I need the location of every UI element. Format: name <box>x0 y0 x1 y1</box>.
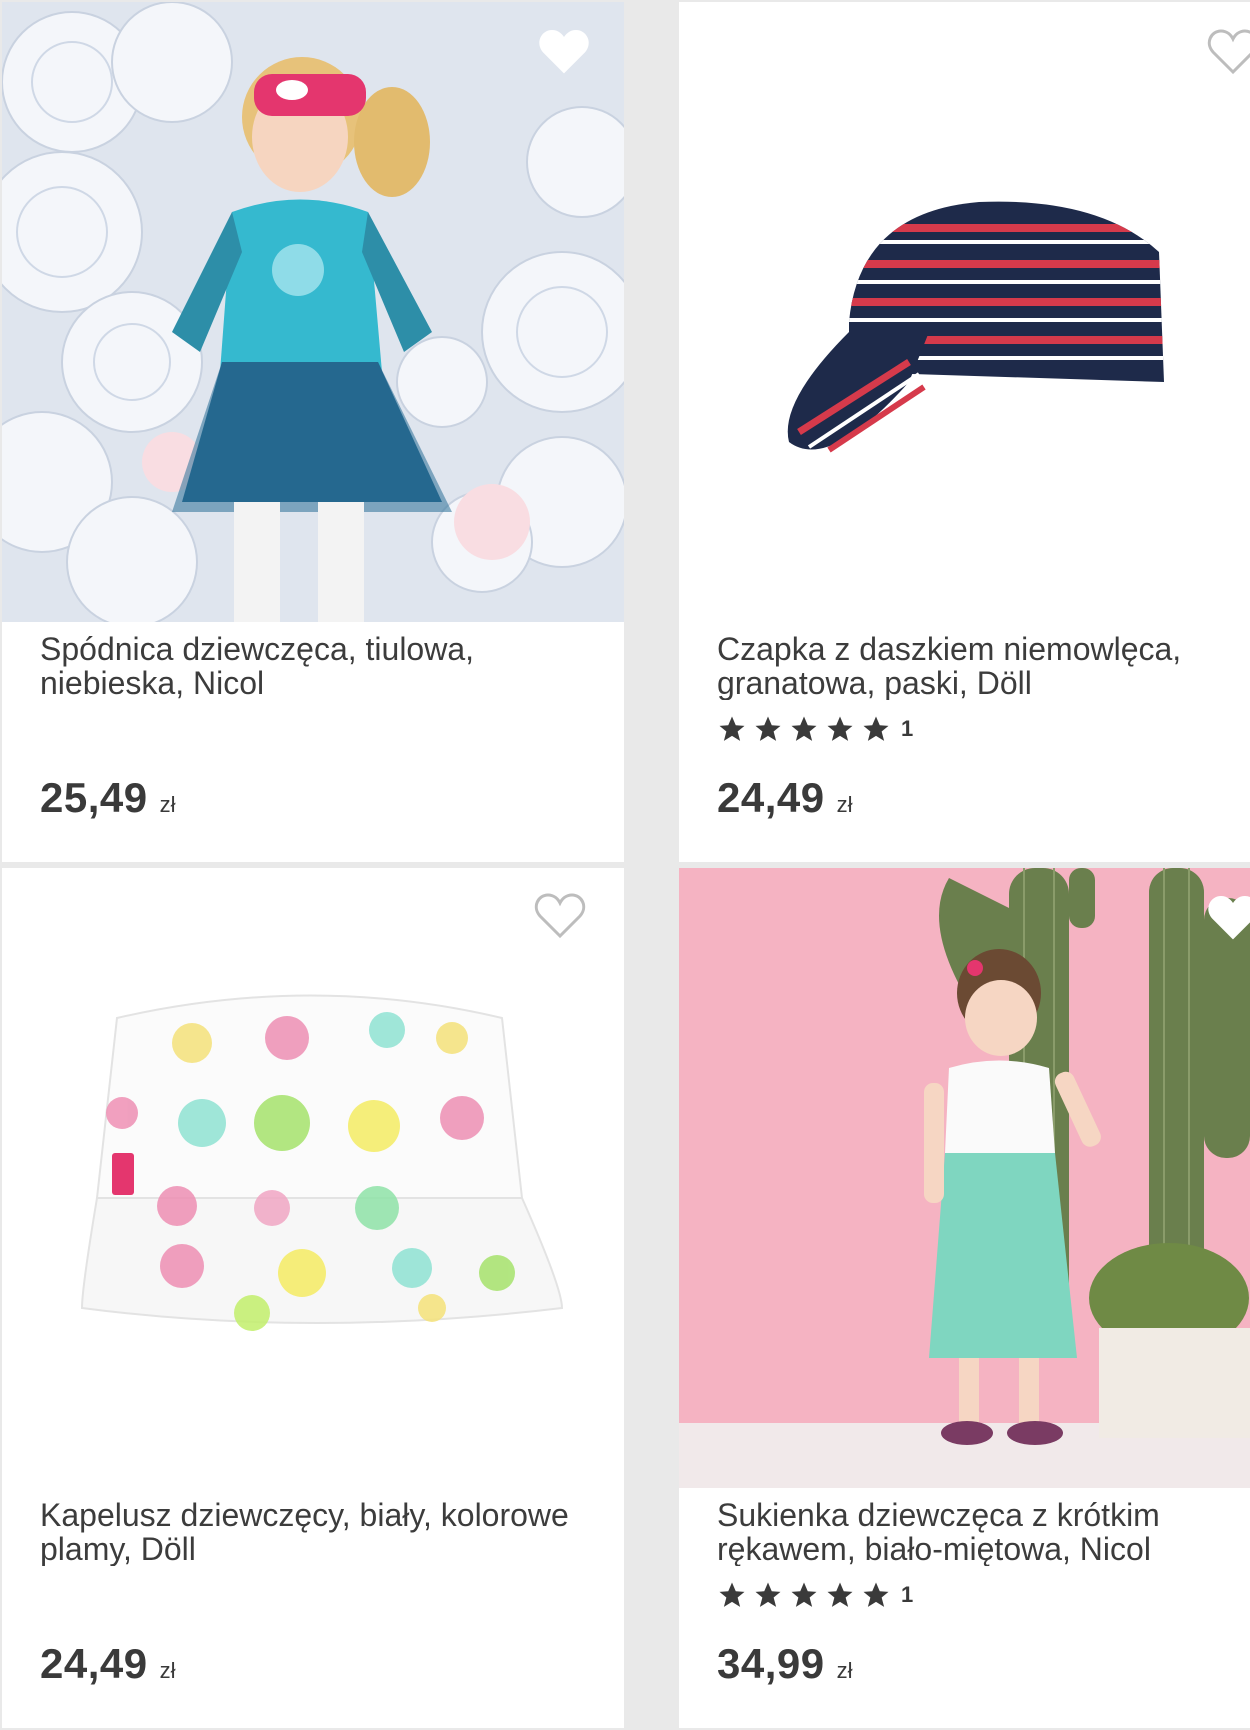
product-grid: Spódnica dziewczęca, tiulowa, niebieska,… <box>0 0 1250 1730</box>
rating-count: 1 <box>901 1582 914 1607</box>
price-currency: zł <box>159 1658 176 1683</box>
price-amount: 24,49 <box>40 1640 148 1687</box>
star-icon <box>755 716 781 741</box>
star-icon <box>863 1582 889 1607</box>
product-title[interactable]: Czapka z daszkiem niemowlęca, granatowa,… <box>717 632 1250 700</box>
product-card[interactable]: Spódnica dziewczęca, tiulowa, niebieska,… <box>2 2 624 862</box>
product-price: 25,49 zł <box>40 774 176 822</box>
heart-outline-icon[interactable] <box>534 892 586 940</box>
product-title[interactable]: Sukienka dziewczęca z krótkim rękawem, b… <box>717 1498 1250 1566</box>
heart-outline-icon[interactable] <box>538 28 590 76</box>
star-icon <box>719 1582 745 1607</box>
product-card[interactable]: Sukienka dziewczęca z krótkim rękawem, b… <box>679 868 1250 1728</box>
price-amount: 25,49 <box>40 774 148 821</box>
price-currency: zł <box>159 792 176 817</box>
product-card[interactable]: Czapka z daszkiem niemowlęca, granatowa,… <box>679 2 1250 862</box>
star-icon <box>755 1582 781 1607</box>
product-image[interactable] <box>679 2 1250 622</box>
price-amount: 34,99 <box>717 1640 825 1687</box>
product-image[interactable] <box>679 868 1250 1488</box>
star-icon <box>827 716 853 741</box>
rating-count: 1 <box>901 716 914 741</box>
star-icon <box>863 716 889 741</box>
rating[interactable]: 1 <box>717 1580 913 1610</box>
heart-outline-icon[interactable] <box>1207 894 1250 942</box>
product-image[interactable] <box>2 2 624 622</box>
product-title[interactable]: Spódnica dziewczęca, tiulowa, niebieska,… <box>40 632 580 700</box>
star-icon <box>791 716 817 741</box>
product-image[interactable] <box>2 868 624 1488</box>
rating[interactable]: 1 <box>717 714 913 744</box>
star-icon <box>791 1582 817 1607</box>
product-title[interactable]: Kapelusz dziewczęcy, biały, kolorowe pla… <box>40 1498 580 1566</box>
star-icon <box>827 1582 853 1607</box>
price-currency: zł <box>836 792 853 817</box>
product-price: 24,49 zł <box>40 1640 176 1688</box>
price-currency: zł <box>836 1658 853 1683</box>
product-price: 24,49 zł <box>717 774 853 822</box>
product-card[interactable]: Kapelusz dziewczęcy, biały, kolorowe pla… <box>2 868 624 1728</box>
heart-outline-icon[interactable] <box>1207 28 1250 76</box>
price-amount: 24,49 <box>717 774 825 821</box>
star-icon <box>719 716 745 741</box>
product-price: 34,99 zł <box>717 1640 853 1688</box>
